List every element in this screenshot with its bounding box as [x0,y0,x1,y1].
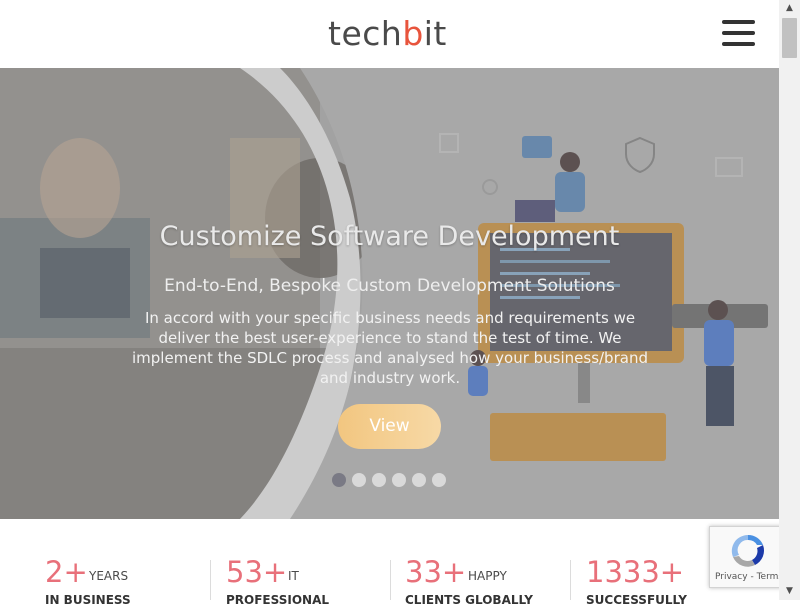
slider-dot-2[interactable] [352,473,366,487]
slider-dot-4[interactable] [392,473,406,487]
stat-divider [570,560,571,600]
stat-word: IT [288,569,299,583]
stat-word: YEARS [89,569,129,583]
hero-slider: Customize Software Development End-to-En… [0,68,779,519]
slider-dot-3[interactable] [372,473,386,487]
logo-text-end: it [423,14,447,53]
logo-text-accent: b [402,14,424,53]
hero-subtitle: End-to-End, Bespoke Custom Development S… [164,276,615,296]
slider-dot-6[interactable] [432,473,446,487]
slider-dot-1[interactable] [332,473,346,487]
scrollbar-thumb[interactable] [782,18,797,58]
hamburger-menu-icon[interactable] [722,20,756,48]
privacy-link[interactable]: Privacy [715,572,748,582]
slider-dot-5[interactable] [412,473,426,487]
site-header: techbit [0,0,779,69]
hero-title: Customize Software Development [159,221,620,252]
stat-divider [210,560,211,600]
recaptcha-links: Privacy - Terms [715,572,783,582]
stat-number: 33+ [405,555,467,589]
logo-text-start: tech [328,14,403,53]
stat-number: 1333+ [586,555,685,589]
link-separator: - [747,572,757,582]
hero-description: In accord with your specific business ne… [132,309,648,387]
stat-label: SUCCESSFULLY [586,593,687,607]
stat-label: IN BUSINESS [45,593,131,607]
stats-section: 2+ YEARS IN BUSINESS 53+ IT PROFESSIONAL… [0,519,779,607]
recaptcha-icon [731,534,765,567]
scroll-up-arrow-icon[interactable]: ▲ [779,0,800,17]
page-scrollbar[interactable]: ▲ ▼ [779,0,800,600]
stat-label: PROFESSIONAL [226,593,330,607]
stat-number: 53+ [226,555,288,589]
techbit-logo[interactable]: techbit [328,14,447,54]
stat-word: HAPPY [468,569,507,583]
hero-content: Customize Software Development End-to-En… [0,68,779,519]
scroll-down-arrow-icon[interactable]: ▼ [779,583,800,600]
view-button[interactable]: View [338,404,441,449]
stat-divider [390,560,391,600]
stat-label: CLIENTS GLOBALLY [405,593,533,607]
stat-number: 2+ [45,555,88,589]
